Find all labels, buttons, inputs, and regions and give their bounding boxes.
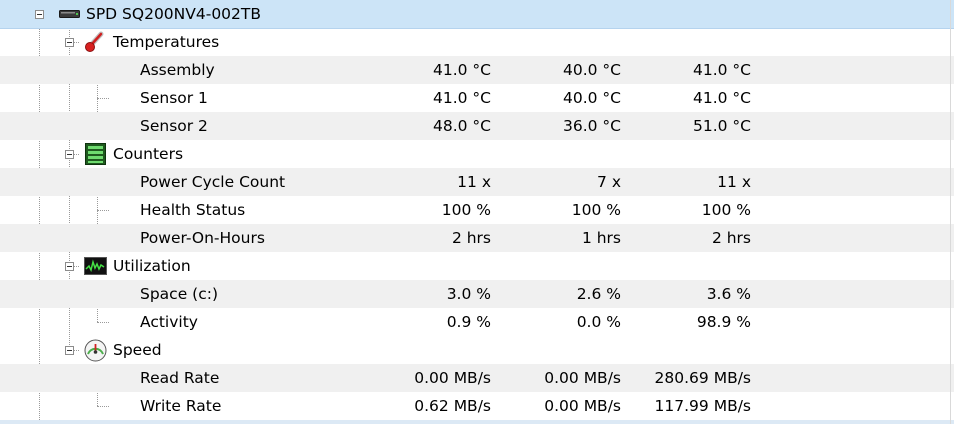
value-current: 2 hrs — [451, 229, 491, 247]
activity-graph-icon — [84, 257, 107, 275]
group-label: Temperatures — [113, 33, 220, 51]
value-max: 280.69 MB/s — [654, 369, 751, 387]
group-label: Utilization — [113, 257, 191, 275]
value-max: 3.6 % — [706, 285, 751, 303]
collapse-toggle[interactable] — [35, 10, 44, 19]
value-max: 117.99 MB/s — [654, 397, 751, 415]
sensor-label: Write Rate — [140, 397, 222, 415]
device-name: SPD SQ200NV4-002TB — [86, 5, 262, 23]
value-min: 40.0 °C — [562, 89, 621, 107]
group-speed[interactable]: Speed — [0, 336, 954, 364]
value-min: 7 x — [597, 173, 621, 191]
collapse-toggle[interactable] — [65, 150, 74, 159]
group-temperatures[interactable]: Temperatures — [0, 28, 954, 56]
group-counters[interactable]: Counters — [0, 140, 954, 168]
group-utilization[interactable]: Utilization — [0, 252, 954, 280]
value-current: 0.9 % — [446, 313, 491, 331]
value-current: 48.0 °C — [432, 117, 491, 135]
value-min: 40.0 °C — [562, 61, 621, 79]
collapse-toggle[interactable] — [65, 38, 74, 47]
sensor-row[interactable]: Sensor 2 48.0 °C 36.0 °C 51.0 °C — [0, 112, 954, 140]
sensor-label: Space (c:) — [140, 285, 218, 303]
drive-icon — [59, 10, 80, 18]
sensor-row[interactable]: Power Cycle Count 11 x 7 x 11 x — [0, 168, 954, 196]
sensor-label: Health Status — [140, 201, 246, 219]
value-max: 11 x — [717, 173, 751, 191]
value-current: 0.00 MB/s — [414, 369, 491, 387]
sensor-row[interactable]: Assembly 41.0 °C 40.0 °C 41.0 °C — [0, 56, 954, 84]
group-label: Counters — [113, 145, 184, 163]
value-current: 3.0 % — [446, 285, 491, 303]
collapse-toggle[interactable] — [65, 346, 74, 355]
device-row[interactable]: SPD SQ200NV4-002TB — [0, 0, 954, 29]
sensor-row[interactable]: Sensor 1 41.0 °C 40.0 °C 41.0 °C — [0, 84, 954, 112]
sensor-row[interactable]: Write Rate 0.62 MB/s 0.00 MB/s 117.99 MB… — [0, 392, 954, 420]
column-divider — [950, 0, 951, 424]
sensor-label: Assembly — [140, 61, 215, 79]
sensor-label: Activity — [140, 313, 198, 331]
value-max: 2 hrs — [711, 229, 751, 247]
sensor-row[interactable]: Read Rate 0.00 MB/s 0.00 MB/s 280.69 MB/… — [0, 364, 954, 392]
sensor-row[interactable]: Activity 0.9 % 0.0 % 98.9 % — [0, 308, 954, 336]
value-min: 1 hrs — [581, 229, 621, 247]
value-min: 2.6 % — [576, 285, 621, 303]
sensor-row[interactable]: Health Status 100 % 100 % 100 % — [0, 196, 954, 224]
value-current: 41.0 °C — [432, 89, 491, 107]
value-current: 0.62 MB/s — [414, 397, 491, 415]
thermometer-icon — [85, 31, 104, 52]
value-min: 100 % — [571, 201, 621, 219]
value-current: 100 % — [441, 201, 491, 219]
value-min: 0.0 % — [576, 313, 621, 331]
sensor-label: Read Rate — [140, 369, 220, 387]
sensor-label: Sensor 1 — [140, 89, 208, 107]
value-max: 100 % — [701, 201, 751, 219]
sensor-label: Power Cycle Count — [140, 173, 286, 191]
group-label: Speed — [113, 341, 162, 359]
sensor-row[interactable]: Space (c:) 3.0 % 2.6 % 3.6 % — [0, 280, 954, 308]
value-max: 51.0 °C — [692, 117, 751, 135]
sensor-row[interactable]: Power-On-Hours 2 hrs 1 hrs 2 hrs — [0, 224, 954, 252]
sensor-label: Sensor 2 — [140, 117, 208, 135]
collapse-toggle[interactable] — [65, 262, 74, 271]
next-row-edge — [0, 420, 954, 424]
value-current: 11 x — [457, 173, 491, 191]
counter-icon — [85, 143, 106, 165]
speedometer-icon — [84, 339, 107, 362]
value-min: 36.0 °C — [562, 117, 621, 135]
value-max: 41.0 °C — [692, 61, 751, 79]
value-min: 0.00 MB/s — [544, 369, 621, 387]
value-max: 41.0 °C — [692, 89, 751, 107]
value-current: 41.0 °C — [432, 61, 491, 79]
value-min: 0.00 MB/s — [544, 397, 621, 415]
value-max: 98.9 % — [696, 313, 751, 331]
sensor-label: Power-On-Hours — [140, 229, 265, 247]
